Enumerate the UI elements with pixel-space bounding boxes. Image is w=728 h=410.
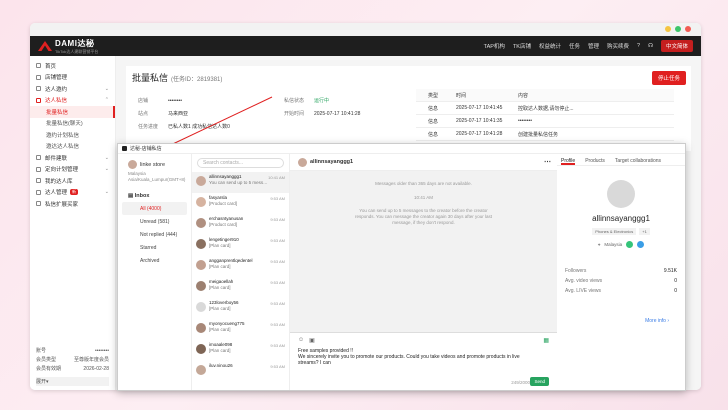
list-item[interactable]: iluv.ninou26 9:53 AM [192,361,289,382]
whatsapp-icon[interactable] [626,241,634,248]
stat-value: 0 [674,288,677,294]
contact-preview: You can send up to 5 message... [209,180,269,185]
template-icon[interactable]: ▦ [543,337,549,344]
list-item[interactable]: fasyarsla [Product card] 9:53 AM [192,193,289,214]
system-message: You can send up to 5 messages to the cre… [354,208,493,225]
profile-stats: Followers 9.51K Avg. video views 0 Avg. LI… [565,266,677,296]
store-info: linke store [118,154,191,169]
inbox-label: Inbox [134,193,150,199]
contact-preview: [Plan card] [209,285,231,290]
contact-list: Search contacts... allinnsayanggg1 You ca… [192,154,290,390]
list-item[interactable]: imoaale098 [Plan card] 9:53 AM [192,340,289,361]
avatar [196,344,206,354]
category-tags: Phones & Electronics +1 [557,228,685,235]
filter-unread[interactable]: Unread (581) [122,215,187,228]
list-item[interactable]: 123loverboy56 [Plan card] 9:53 AM [192,298,289,319]
contact-time: 9:53 AM [270,196,285,201]
emoji-icon[interactable]: ☺ [298,337,304,344]
more-info-link[interactable]: More info › [645,318,669,324]
inbox-icon: ▤ [128,193,135,199]
contact-preview: [Plan card] [209,348,231,353]
avatar [196,260,206,270]
tag: Phones & Electronics [592,228,637,235]
stat-label: Avg. LIVE views [565,288,602,294]
message-input[interactable]: Free samples provided !! We sincerely in… [298,348,538,366]
filter-starred[interactable]: Starred [122,241,187,254]
location-text: Malaysia [604,242,623,247]
tab-profile[interactable]: Profile [561,158,576,165]
profile-name: allinnsayanggg1 [592,214,650,223]
contact-time: 9:53 AM [270,280,285,285]
inbox-heading: ▤ Inbox [118,185,191,199]
history-notice: Messages older than 365 days are not ava… [375,181,472,186]
chat-window-title: 达秘-店铺私信 [130,146,162,152]
inbox-panel: linke store Malaysia Asia/Kuala_Lumpur(GM… [118,154,192,390]
message-time: 10:41 AM [413,195,433,200]
composer: ☺ ▣ ▦ Free samples provided !! We sincerel… [290,332,557,390]
filter-not-replied[interactable]: Not replied (444) [122,228,187,241]
search-input[interactable]: Search contacts... [197,158,284,168]
avatar [196,218,206,228]
stat-label: Followers [565,268,587,274]
conversation-header: allinnsayanggg1 ⋯ [290,154,557,171]
avatar [298,157,307,167]
contact-time: 10:41 AM [268,175,285,180]
tag: +1 [639,228,650,235]
profile-avatar [607,180,635,208]
avatar [128,160,137,169]
more-icon[interactable]: ⋯ [544,158,551,166]
avatar [196,239,206,249]
list-item[interactable]: meigaoellah [Plan card] 9:53 AM [192,277,289,298]
image-icon[interactable]: ▣ [309,337,315,344]
contact-preview: [Product card] [209,201,238,206]
profile-location: ⌖ Malaysia [557,241,685,248]
list-item[interactable]: erchasntyanusan [Product card] 9:53 AM [192,214,289,235]
contact-preview: [Plan card] [209,327,231,332]
contact-preview: [Plan card] [209,264,231,269]
location-icon: ⌖ [597,242,601,247]
contact-time: 9:53 AM [270,343,285,348]
contact-time: 9:53 AM [270,217,285,222]
stat-value: 0 [674,278,677,284]
contact-time: 9:53 AM [270,364,285,369]
avatar [196,176,206,186]
mail-icon[interactable] [637,241,645,248]
filter-archived[interactable]: Archived [122,254,187,267]
chat-title-bar: 达秘-店铺私信 [118,144,685,154]
avatar [196,302,206,312]
chat-window: 达秘-店铺私信 linke store Malaysia Asia/Kuala_L… [117,143,686,391]
more-info-label: More info [645,318,666,324]
tab-collaborations[interactable]: Target collaborations [615,158,661,165]
contact-preview: [Plan card] [209,306,231,311]
contact-preview: [Product card] [209,222,238,227]
tab-products[interactable]: Products [585,158,605,165]
send-button[interactable]: Send [530,377,549,386]
list-item[interactable]: myonyocueng775 [Plan card] 9:53 AM [192,319,289,340]
contact-time: 9:53 AM [270,238,285,243]
conversation-panel: allinnsayanggg1 ⋯ Messages older than 365… [290,154,557,390]
contact-time: 9:53 AM [270,322,285,327]
app-icon [122,146,127,151]
avatar [196,281,206,291]
contact-time: 9:53 AM [270,301,285,306]
avatar [196,323,206,333]
avatar [196,197,206,207]
store-timezone: Asia/Kuala_Lumpur(GMT+8) [128,177,186,182]
stat-value: 9.51K [663,268,677,274]
profile-tabs: Profile Products Target collaborations [557,154,685,166]
list-item[interactable]: lengetinger910 [Plan card] 9:53 AM [192,235,289,256]
stat-label: Avg. video views [565,278,603,284]
list-item[interactable]: angganprentlqedentel [Plan card] 9:53 AM [192,256,289,277]
list-item[interactable]: allinnsayanggg1 You can send up to 5 mess… [192,172,289,193]
filter-all[interactable]: All (4000) [122,202,187,215]
conversation-name: allinnsayanggg1 [310,159,354,165]
contact-preview: [Plan card] [209,243,231,248]
store-location: Malaysia Asia/Kuala_Lumpur(GMT+8) [118,169,191,185]
store-name: linke store [140,161,166,168]
char-count: 249/2000 [511,380,530,385]
profile-panel: Profile Products Target collaborations all… [557,154,685,390]
contact-time: 9:53 AM [270,259,285,264]
avatar [196,365,206,375]
